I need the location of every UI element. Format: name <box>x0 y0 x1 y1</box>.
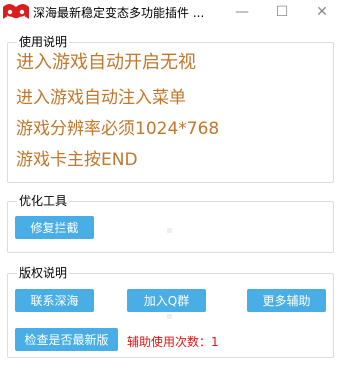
window-title: 深海最新稳定变态多功能插件 ... <box>33 6 205 20</box>
divider-marker <box>167 228 172 233</box>
divider-marker <box>167 314 172 319</box>
usage-line-1: 进入游戏自动开启无视 <box>16 52 196 73</box>
maximize-icon: ☐ <box>275 4 289 20</box>
usage-line-2: 进入游戏自动注入菜单 <box>16 88 186 108</box>
minimize-button[interactable]: — <box>227 0 257 24</box>
mustache-logo-icon <box>3 4 29 20</box>
copyright-legend: 版权说明 <box>17 265 70 281</box>
more-helpers-button[interactable]: 更多辅助 <box>247 289 326 312</box>
title-bar[interactable]: 深海最新稳定变态多功能插件 ... — ☐ ✕ <box>0 0 349 26</box>
usage-line-4: 游戏卡主按END <box>16 150 138 170</box>
close-button[interactable]: ✕ <box>307 0 337 24</box>
repair-block-button[interactable]: 修复拦截 <box>15 216 94 239</box>
minimize-icon: — <box>235 4 249 20</box>
usage-legend: 使用说明 <box>17 34 70 50</box>
check-update-button[interactable]: 检查是否最新版 <box>15 328 118 351</box>
join-group-button[interactable]: 加入Q群 <box>127 289 206 312</box>
tools-legend: 优化工具 <box>17 193 70 209</box>
close-icon: ✕ <box>316 4 328 20</box>
usage-count-label: 辅助使用次数：1 <box>127 335 219 349</box>
app-window: 深海最新稳定变态多功能插件 ... — ☐ ✕ 使用说明 进入游戏自动开启无视 … <box>0 0 349 369</box>
contact-button[interactable]: 联系深海 <box>15 289 94 312</box>
maximize-button[interactable]: ☐ <box>267 0 297 24</box>
usage-line-3: 游戏分辨率必须1024*768 <box>16 119 220 139</box>
